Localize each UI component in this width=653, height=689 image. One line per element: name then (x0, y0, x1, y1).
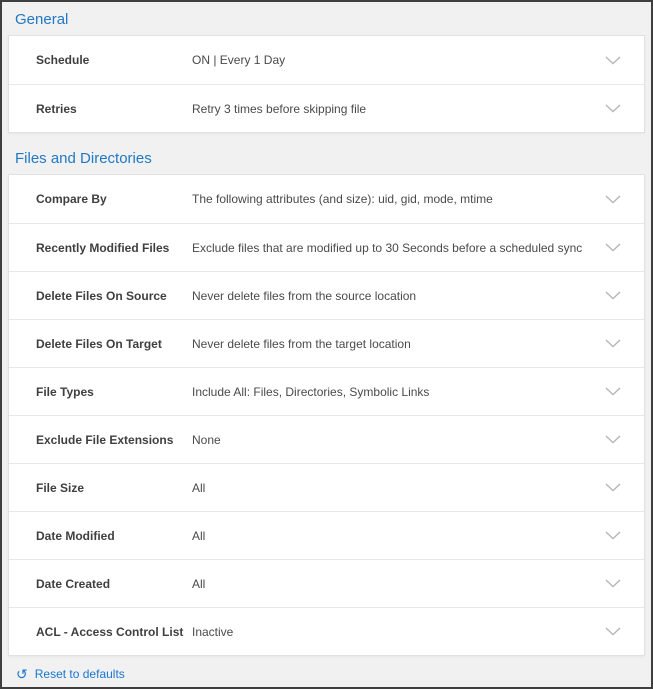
setting-value: Retry 3 times before skipping file (192, 102, 604, 116)
setting-value: Inactive (192, 625, 604, 639)
settings-row-delete-files-on-source[interactable]: Delete Files On Source Never delete file… (9, 271, 644, 319)
setting-value: All (192, 577, 604, 591)
chevron-down-icon[interactable] (604, 239, 622, 257)
chevron-down-icon[interactable] (604, 575, 622, 593)
section-heading-files-and-directories: Files and Directories (2, 141, 651, 174)
reset-to-defaults-label: Reset to defaults (35, 667, 125, 681)
footer-bar: ↺ Reset to defaults (2, 660, 651, 687)
setting-value: All (192, 481, 604, 495)
setting-label: Recently Modified Files (36, 241, 192, 255)
setting-value: ON | Every 1 Day (192, 53, 604, 67)
settings-row-file-size[interactable]: File Size All (9, 463, 644, 511)
chevron-down-icon[interactable] (604, 527, 622, 545)
setting-label: Date Created (36, 577, 192, 591)
general-settings-card: Schedule ON | Every 1 Day Retries Retry … (8, 35, 645, 133)
setting-label: Delete Files On Target (36, 337, 192, 351)
setting-value: Never delete files from the target locat… (192, 337, 604, 351)
settings-row-schedule[interactable]: Schedule ON | Every 1 Day (9, 36, 644, 84)
setting-label: Date Modified (36, 529, 192, 543)
reset-icon: ↺ (16, 667, 28, 681)
setting-label: File Size (36, 481, 192, 495)
setting-label: ACL - Access Control List (36, 625, 192, 639)
setting-label: Schedule (36, 53, 192, 67)
files-and-directories-card: Compare By The following attributes (and… (8, 174, 645, 656)
settings-row-exclude-file-extensions[interactable]: Exclude File Extensions None (9, 415, 644, 463)
setting-label: Retries (36, 102, 192, 116)
setting-value: All (192, 529, 604, 543)
settings-row-compare-by[interactable]: Compare By The following attributes (and… (9, 175, 644, 223)
setting-value: Include All: Files, Directories, Symboli… (192, 385, 604, 399)
setting-value: Exclude files that are modified up to 30… (192, 241, 604, 255)
settings-row-date-created[interactable]: Date Created All (9, 559, 644, 607)
chevron-down-icon[interactable] (604, 100, 622, 118)
chevron-down-icon[interactable] (604, 383, 622, 401)
chevron-down-icon[interactable] (604, 479, 622, 497)
setting-label: Compare By (36, 192, 192, 206)
setting-value: Never delete files from the source locat… (192, 289, 604, 303)
chevron-down-icon[interactable] (604, 190, 622, 208)
setting-value: The following attributes (and size): uid… (192, 192, 604, 206)
settings-row-recently-modified-files[interactable]: Recently Modified Files Exclude files th… (9, 223, 644, 271)
chevron-down-icon[interactable] (604, 623, 622, 641)
sync-settings-panel: General Schedule ON | Every 1 Day Retrie… (0, 0, 653, 689)
setting-label: Exclude File Extensions (36, 433, 192, 447)
section-heading-general: General (2, 2, 651, 35)
chevron-down-icon[interactable] (604, 51, 622, 69)
chevron-down-icon[interactable] (604, 335, 622, 353)
setting-value: None (192, 433, 604, 447)
settings-row-file-types[interactable]: File Types Include All: Files, Directori… (9, 367, 644, 415)
chevron-down-icon[interactable] (604, 287, 622, 305)
reset-to-defaults-button[interactable]: ↺ Reset to defaults (16, 667, 125, 681)
settings-row-retries[interactable]: Retries Retry 3 times before skipping fi… (9, 84, 644, 132)
settings-row-delete-files-on-target[interactable]: Delete Files On Target Never delete file… (9, 319, 644, 367)
setting-label: File Types (36, 385, 192, 399)
setting-label: Delete Files On Source (36, 289, 192, 303)
settings-row-date-modified[interactable]: Date Modified All (9, 511, 644, 559)
chevron-down-icon[interactable] (604, 431, 622, 449)
settings-row-acl-access-control-list[interactable]: ACL - Access Control List Inactive (9, 607, 644, 655)
